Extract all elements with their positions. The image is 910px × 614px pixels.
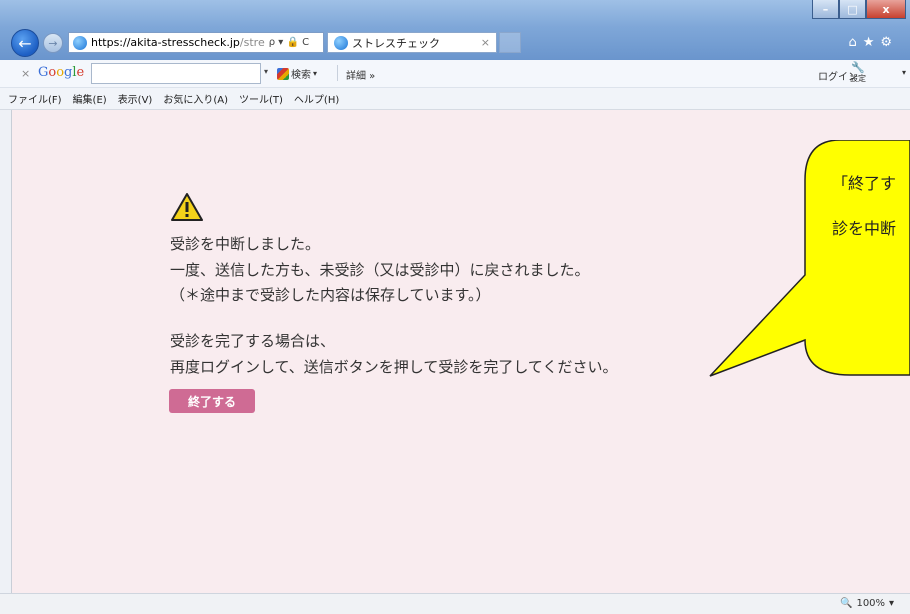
address-actions-icons[interactable]: ρ ▾ 🔒 C <box>269 37 309 48</box>
tab-close-icon[interactable]: × <box>481 36 490 49</box>
url-host: https://akita-stresscheck.jp <box>91 36 240 49</box>
zoom-icon: 🔍 <box>840 598 853 609</box>
google-search-input[interactable] <box>91 63 261 84</box>
zoom-control[interactable]: 🔍 100% ▾ <box>840 598 894 609</box>
close-button[interactable]: x <box>866 0 906 19</box>
toolbar-divider <box>337 65 338 81</box>
window-left-frame <box>0 110 12 593</box>
detail-button[interactable]: 詳細 » <box>346 67 375 82</box>
end-button[interactable]: 終了する <box>169 389 255 413</box>
settings-button[interactable]: 🔧 設定 <box>850 61 866 84</box>
menu-file[interactable]: ファイル(F) <box>8 91 62 106</box>
status-bar: 🔍 100% ▾ <box>0 593 910 614</box>
menu-tools[interactable]: ツール(T) <box>239 91 283 106</box>
toolbar-close-icon[interactable]: × <box>21 67 30 80</box>
google-search-button[interactable]: 検索 ▾ <box>277 66 317 81</box>
arrow-left-icon: ← <box>18 33 32 53</box>
zoom-level: 100% <box>856 598 886 609</box>
search-dropdown-icon[interactable]: ▾ <box>264 67 268 76</box>
ie-favicon-icon <box>73 35 87 50</box>
search-label: 検索 <box>291 70 311 81</box>
home-favorites-tools-icons[interactable]: ⌂★⚙ <box>848 35 898 50</box>
maximize-button[interactable]: □ <box>839 0 866 19</box>
logo-letter: G <box>38 65 49 80</box>
ie-favicon-icon <box>334 35 348 50</box>
menu-view[interactable]: 表示(V) <box>118 91 153 106</box>
message-line-4: 受診を完了する場合は、 <box>170 332 336 350</box>
google-logo: Google <box>38 65 84 80</box>
zoom-dropdown-icon: ▾ <box>889 598 895 609</box>
google-search-icon <box>277 67 289 80</box>
address-bar[interactable]: https://akita-stresscheck.jp/stre ρ ▾ 🔒 … <box>68 32 324 53</box>
menu-bar: ファイル(F) 編集(E) 表示(V) お気に入り(A) ツール(T) ヘルプ(… <box>0 88 910 110</box>
url-path: /stre <box>239 36 265 49</box>
new-tab-button[interactable] <box>499 32 521 53</box>
tab-title: ストレスチェック <box>352 36 440 50</box>
settings-label: 設定 <box>850 74 866 83</box>
search-drop-icon: ▾ <box>313 69 318 78</box>
wrench-icon: 🔧 <box>851 61 865 74</box>
logo-letter: e <box>76 65 85 80</box>
message-line-5: 再度ログインして、送信ボタンを押して受診を完了してください。 <box>170 358 618 376</box>
minimize-button[interactable]: – <box>812 0 839 19</box>
window-controls: – □ x <box>812 0 906 20</box>
google-toolbar: × Google ▾ 検索 ▾ 詳細 » ログイン 🔧 設定 ▾ <box>0 60 910 88</box>
callout-text-line-1: 「終了す <box>832 174 897 193</box>
message-line-1: 受診を中断しました。 <box>170 235 321 253</box>
arrow-right-icon: → <box>48 36 58 50</box>
menu-help[interactable]: ヘルプ(H) <box>294 91 339 106</box>
forward-button[interactable]: → <box>43 33 63 53</box>
settings-dropdown-icon[interactable]: ▾ <box>902 68 906 77</box>
message-line-3: （＊途中まで受診した内容は保存しています。） <box>170 286 491 304</box>
logo-letter: o <box>56 65 65 80</box>
menu-edit[interactable]: 編集(E) <box>73 91 107 106</box>
back-button[interactable]: ← <box>11 29 39 57</box>
message-line-2: 一度、送信した方も、未受診（又は受診中）に戻されました。 <box>170 261 590 279</box>
warning-icon <box>171 193 203 221</box>
tab-stresscheck[interactable]: ストレスチェック × <box>327 32 497 53</box>
callout-text-line-2: 診を中断 <box>832 219 897 238</box>
menu-favorites[interactable]: お気に入り(A) <box>163 91 228 106</box>
